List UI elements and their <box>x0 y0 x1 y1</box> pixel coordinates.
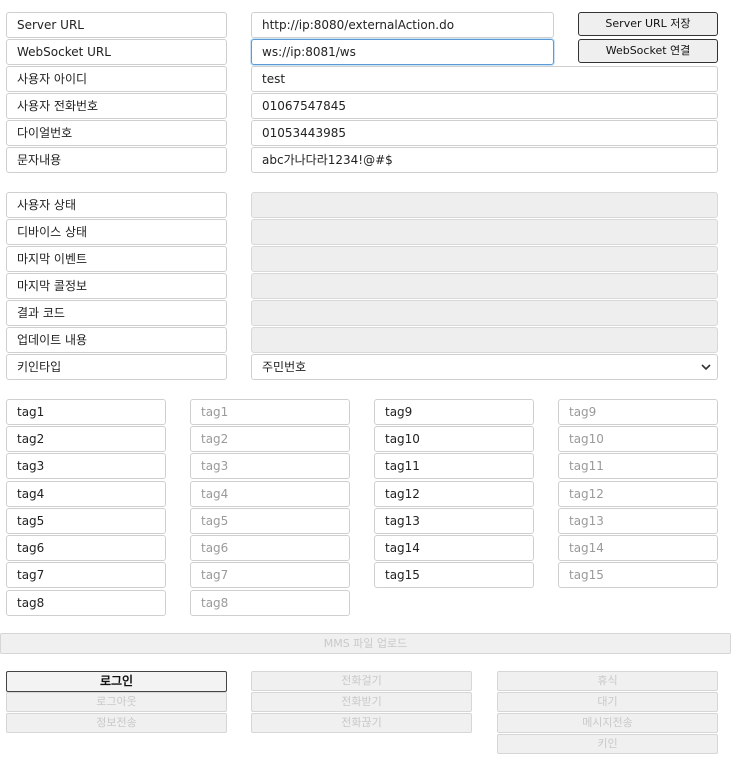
make-call-button[interactable]: 전화걸기 <box>251 671 472 691</box>
user-state-field <box>251 192 718 218</box>
login-button[interactable]: 로그인 <box>6 671 227 692</box>
user-id-label: 사용자 아이디 <box>6 66 227 92</box>
tag6-input[interactable]: tag6 <box>190 535 350 561</box>
tag7-input[interactable]: tag7 <box>190 562 350 588</box>
result-code-label: 결과 코드 <box>6 300 227 326</box>
tag1-input[interactable]: tag1 <box>190 399 350 425</box>
websocket-url-label: WebSocket URL <box>6 39 227 65</box>
key-type-select[interactable]: 주민번호 <box>251 354 718 380</box>
tag13-label: tag13 <box>374 508 534 534</box>
tag8-label: tag8 <box>6 590 166 616</box>
user-phone-label: 사용자 전화번호 <box>6 93 227 119</box>
key-in-button[interactable]: 키인 <box>497 734 718 754</box>
wait-button[interactable]: 대기 <box>497 692 718 712</box>
logout-button[interactable]: 로그아웃 <box>6 692 227 712</box>
user-id-input[interactable]: test <box>251 66 718 92</box>
tag4-input[interactable]: tag4 <box>190 481 350 507</box>
mms-upload-button[interactable]: MMS 파일 업로드 <box>0 633 731 654</box>
sms-content-label: 문자내용 <box>6 147 227 173</box>
tag12-input[interactable]: tag12 <box>558 481 718 507</box>
server-url-label: Server URL <box>6 12 227 38</box>
tag14-label: tag14 <box>374 535 534 561</box>
device-state-label: 디바이스 상태 <box>6 219 227 245</box>
user-phone-input[interactable]: 01067547845 <box>251 93 718 119</box>
tag13-input[interactable]: tag13 <box>558 508 718 534</box>
tag4-label: tag4 <box>6 481 166 507</box>
tag5-input[interactable]: tag5 <box>190 508 350 534</box>
tag10-label: tag10 <box>374 426 534 452</box>
tag9-input[interactable]: tag9 <box>558 399 718 425</box>
tag3-label: tag3 <box>6 453 166 479</box>
message-send-button[interactable]: 메시지전송 <box>497 713 718 733</box>
rest-button[interactable]: 휴식 <box>497 671 718 691</box>
tag15-input[interactable]: tag15 <box>558 562 718 588</box>
device-state-field <box>251 219 718 245</box>
tag7-label: tag7 <box>6 562 166 588</box>
tag15-label: tag15 <box>374 562 534 588</box>
result-code-field <box>251 300 718 326</box>
tag14-input[interactable]: tag14 <box>558 535 718 561</box>
sms-content-input[interactable]: abc가나다라1234!@#$ <box>251 147 718 173</box>
tag8-input[interactable]: tag8 <box>190 590 350 616</box>
update-content-label: 업데이트 내용 <box>6 327 227 353</box>
save-server-url-button[interactable]: Server URL 저장 <box>578 12 718 36</box>
chevron-down-icon <box>701 355 711 379</box>
last-event-label: 마지막 이벤트 <box>6 246 227 272</box>
dial-number-input[interactable]: 01053443985 <box>251 120 718 146</box>
key-type-label: 키인타입 <box>6 354 227 380</box>
connect-websocket-button[interactable]: WebSocket 연결 <box>578 39 718 63</box>
last-event-field <box>251 246 718 272</box>
websocket-url-input[interactable]: ws://ip:8081/ws <box>251 39 554 65</box>
tag12-label: tag12 <box>374 481 534 507</box>
last-call-info-field <box>251 273 718 299</box>
tag6-label: tag6 <box>6 535 166 561</box>
tag1-label: tag1 <box>6 399 166 425</box>
tag11-label: tag11 <box>374 453 534 479</box>
info-send-button[interactable]: 정보전송 <box>6 713 227 733</box>
update-content-field <box>251 327 718 353</box>
tag2-input[interactable]: tag2 <box>190 426 350 452</box>
answer-call-button[interactable]: 전화받기 <box>251 692 472 712</box>
tag11-input[interactable]: tag11 <box>558 453 718 479</box>
user-state-label: 사용자 상태 <box>6 192 227 218</box>
tag9-label: tag9 <box>374 399 534 425</box>
server-url-input[interactable]: http://ip:8080/externalAction.do <box>251 12 554 38</box>
last-call-info-label: 마지막 콜정보 <box>6 273 227 299</box>
key-type-selected-value: 주민번호 <box>262 360 307 374</box>
tag5-label: tag5 <box>6 508 166 534</box>
hangup-button[interactable]: 전화끊기 <box>251 713 472 733</box>
tag2-label: tag2 <box>6 426 166 452</box>
tag3-input[interactable]: tag3 <box>190 453 350 479</box>
tag10-input[interactable]: tag10 <box>558 426 718 452</box>
dial-number-label: 다이얼번호 <box>6 120 227 146</box>
